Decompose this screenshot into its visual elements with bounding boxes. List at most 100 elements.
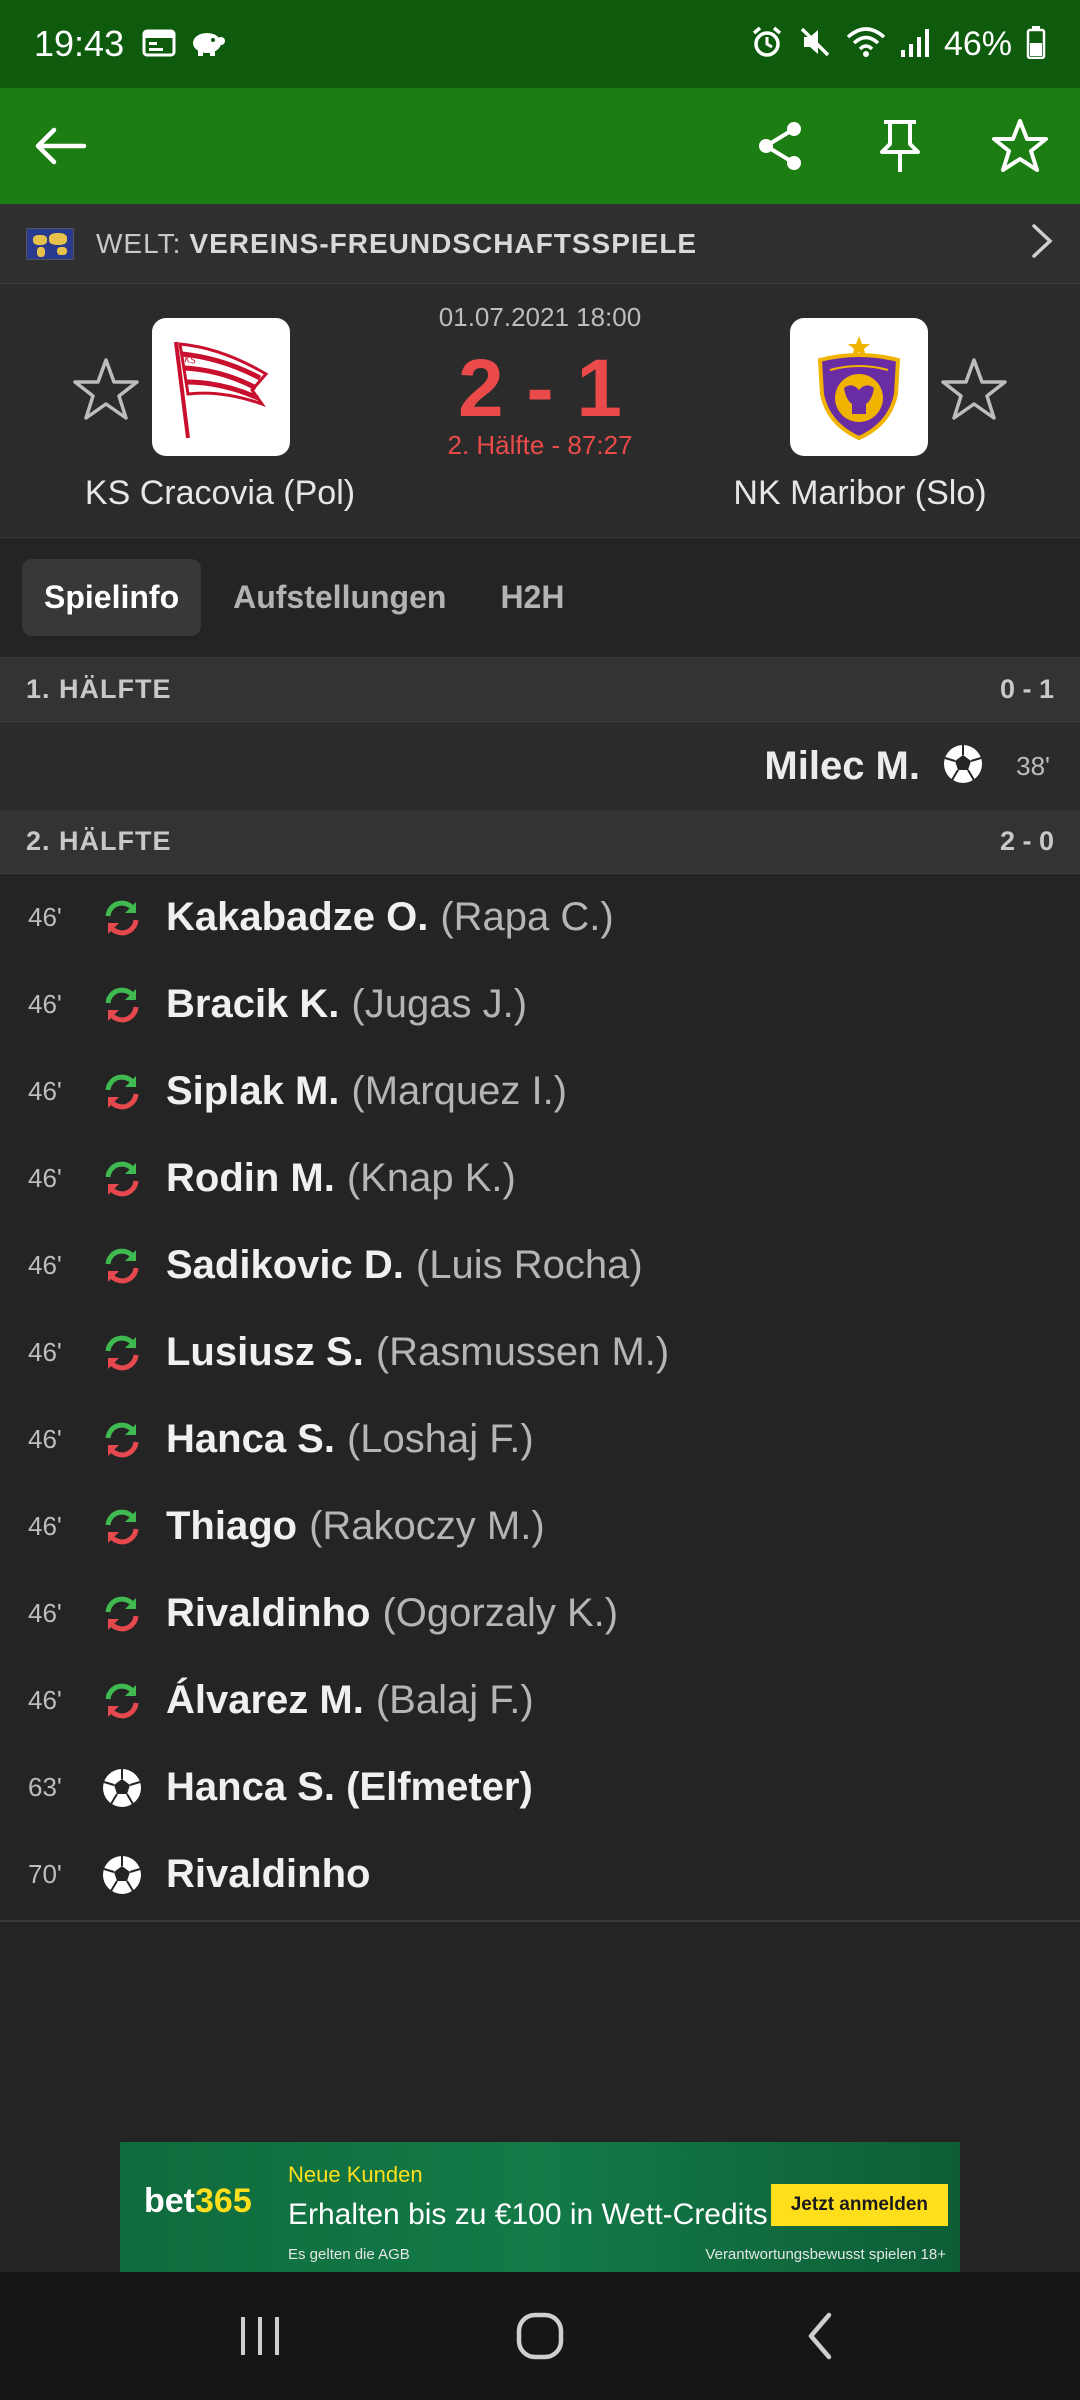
first-half-label: 1. HÄLFTE bbox=[26, 674, 172, 704]
event-detail: (Loshaj F.) bbox=[346, 1417, 534, 1461]
home-team-logo[interactable]: KS bbox=[152, 318, 290, 456]
ad-banner[interactable]: bet365 Neue Kunden Erhalten bis zu €100 … bbox=[120, 2142, 960, 2272]
ad-headline: Erhalten bis zu €100 in Wett-Credits bbox=[288, 2198, 768, 2231]
event-detail: (Luis Rocha) bbox=[415, 1243, 643, 1287]
event-detail: (Rapa C.) bbox=[440, 895, 614, 939]
list-item[interactable]: 46' Sadikovic D. (Luis Rocha) bbox=[0, 1222, 1080, 1309]
league-name: VEREINS-FREUNDSCHAFTSSPIELE bbox=[189, 227, 698, 259]
event-player: Rodin M. bbox=[166, 1156, 335, 1200]
event-player: Siplak M. bbox=[166, 1069, 340, 1113]
list-item[interactable]: Milec M. 38' bbox=[0, 722, 1080, 810]
home-button[interactable] bbox=[510, 2306, 570, 2366]
home-favorite-star-icon[interactable] bbox=[70, 354, 142, 426]
list-item[interactable]: 46' Thiago (Rakoczy M.) bbox=[0, 1483, 1080, 1570]
event-minute: 46' bbox=[28, 1076, 62, 1106]
event-player: Hanca S. bbox=[166, 1417, 335, 1461]
goal-icon bbox=[98, 1851, 146, 1899]
goal-icon bbox=[98, 1764, 146, 1812]
tab-spielinfo[interactable]: Spielinfo bbox=[22, 559, 202, 636]
status-time: 19:43 bbox=[34, 23, 125, 64]
back-button[interactable] bbox=[30, 116, 90, 176]
event-player: Bracik K. bbox=[166, 982, 340, 1026]
event-detail: (Rasmussen M.) bbox=[375, 1330, 670, 1374]
substitution-icon bbox=[98, 1329, 146, 1377]
event-minute: 46' bbox=[28, 1424, 62, 1454]
ad-responsible: Verantwortungsbewusst spielen 18+ bbox=[705, 2246, 946, 2263]
event-player: Thiago bbox=[166, 1504, 298, 1548]
share-icon bbox=[759, 122, 801, 170]
event-minute: 46' bbox=[28, 1685, 62, 1715]
alarm-icon bbox=[750, 25, 784, 64]
substitution-icon bbox=[98, 1242, 146, 1290]
pin-icon bbox=[880, 120, 920, 172]
recent-apps-icon bbox=[241, 2317, 279, 2355]
battery-icon bbox=[1026, 25, 1046, 64]
event-player: Milec M. bbox=[764, 743, 920, 788]
ad-brand: bet365 bbox=[144, 2182, 252, 2221]
status-bar: 19:43 46% bbox=[0, 0, 1080, 88]
favorite-button[interactable] bbox=[990, 116, 1050, 176]
substitution-icon bbox=[98, 1677, 146, 1725]
nav-back-icon bbox=[808, 2312, 832, 2360]
recent-apps-button[interactable] bbox=[230, 2306, 290, 2366]
event-player: Rivaldinho bbox=[166, 1591, 371, 1635]
list-item[interactable]: 46' Álvarez M. (Balaj F.) bbox=[0, 1657, 1080, 1744]
event-minute: 46' bbox=[28, 1598, 62, 1628]
home-team-name[interactable]: KS Cracovia (Pol) bbox=[50, 474, 390, 513]
svg-text:KS: KS bbox=[184, 355, 197, 367]
substitution-icon bbox=[98, 981, 146, 1029]
goal-icon bbox=[942, 743, 984, 790]
ad-cta-button[interactable]: Jetzt anmelden bbox=[770, 2184, 948, 2226]
world-flag-icon bbox=[26, 227, 74, 260]
league-row[interactable]: WELT: VEREINS-FREUNDSCHAFTSSPIELE bbox=[0, 204, 1080, 284]
event-player: Sadikovic D. bbox=[166, 1243, 404, 1287]
list-item[interactable]: 46' Kakabadze O. (Rapa C.) bbox=[0, 874, 1080, 961]
list-item[interactable]: 46' Siplak M. (Marquez I.) bbox=[0, 1048, 1080, 1135]
event-player: Hanca S. (Elfmeter) bbox=[166, 1765, 533, 1809]
star-icon bbox=[992, 119, 1048, 172]
match-header: KS KS Cracovia (Pol) 01.07.2021 18:00 2 … bbox=[0, 284, 1080, 538]
match-date: 01.07.2021 18:00 bbox=[438, 302, 642, 332]
event-player: Rivaldinho bbox=[166, 1852, 371, 1896]
list-item[interactable]: 46' Lusiusz S. (Rasmussen M.) bbox=[0, 1309, 1080, 1396]
event-minute: 46' bbox=[28, 1511, 62, 1541]
share-button[interactable] bbox=[750, 116, 810, 176]
list-item[interactable]: 46' Bracik K. (Jugas J.) bbox=[0, 961, 1080, 1048]
event-minute: 46' bbox=[28, 1337, 62, 1367]
event-minute: 46' bbox=[28, 1250, 62, 1280]
league-country: WELT: bbox=[96, 227, 182, 259]
wifi-icon bbox=[846, 25, 886, 64]
list-item[interactable]: 46' Rivaldinho (Ogorzaly K.) bbox=[0, 1570, 1080, 1657]
event-detail: (Rakoczy M.) bbox=[309, 1504, 545, 1548]
list-item[interactable]: 46' Rodin M. (Knap K.) bbox=[0, 1135, 1080, 1222]
list-item[interactable]: 63' Hanca S. (Elfmeter) bbox=[0, 1744, 1080, 1831]
away-favorite-star-icon[interactable] bbox=[938, 354, 1010, 426]
back-arrow-icon bbox=[35, 127, 87, 165]
away-team-name[interactable]: NK Maribor (Slo) bbox=[690, 474, 1030, 513]
tab-aufstellungen[interactable]: Aufstellungen bbox=[211, 559, 468, 636]
event-minute: 38' bbox=[1016, 750, 1050, 781]
substitution-icon bbox=[98, 1590, 146, 1638]
substitution-icon bbox=[98, 1503, 146, 1551]
away-team-logo[interactable] bbox=[790, 318, 928, 456]
event-minute: 70' bbox=[28, 1859, 62, 1889]
pin-button[interactable] bbox=[870, 116, 930, 176]
ad-brand-a: bet bbox=[144, 2182, 195, 2220]
first-half-score: 0 - 1 bbox=[999, 674, 1054, 704]
home-icon bbox=[516, 2312, 564, 2360]
match-status: 2. Hälfte - 87:27 bbox=[447, 430, 633, 460]
event-player: Lusiusz S. bbox=[166, 1330, 364, 1374]
second-half-score: 2 - 0 bbox=[999, 826, 1054, 856]
substitution-icon bbox=[98, 894, 146, 942]
nav-back-button[interactable] bbox=[790, 2306, 850, 2366]
mute-icon bbox=[798, 25, 832, 64]
battery-percent: 46% bbox=[943, 24, 1012, 63]
list-item[interactable]: 46' Hanca S. (Loshaj F.) bbox=[0, 1396, 1080, 1483]
app-toolbar bbox=[0, 88, 1080, 204]
calendar-icon bbox=[142, 27, 176, 62]
list-item[interactable]: 70' Rivaldinho bbox=[0, 1831, 1080, 1918]
ad-terms: Es gelten die AGB bbox=[288, 2246, 410, 2263]
tab-h2h[interactable]: H2H bbox=[478, 559, 586, 636]
ad-brand-b: 365 bbox=[195, 2182, 252, 2220]
second-half-label: 2. HÄLFTE bbox=[26, 826, 172, 856]
